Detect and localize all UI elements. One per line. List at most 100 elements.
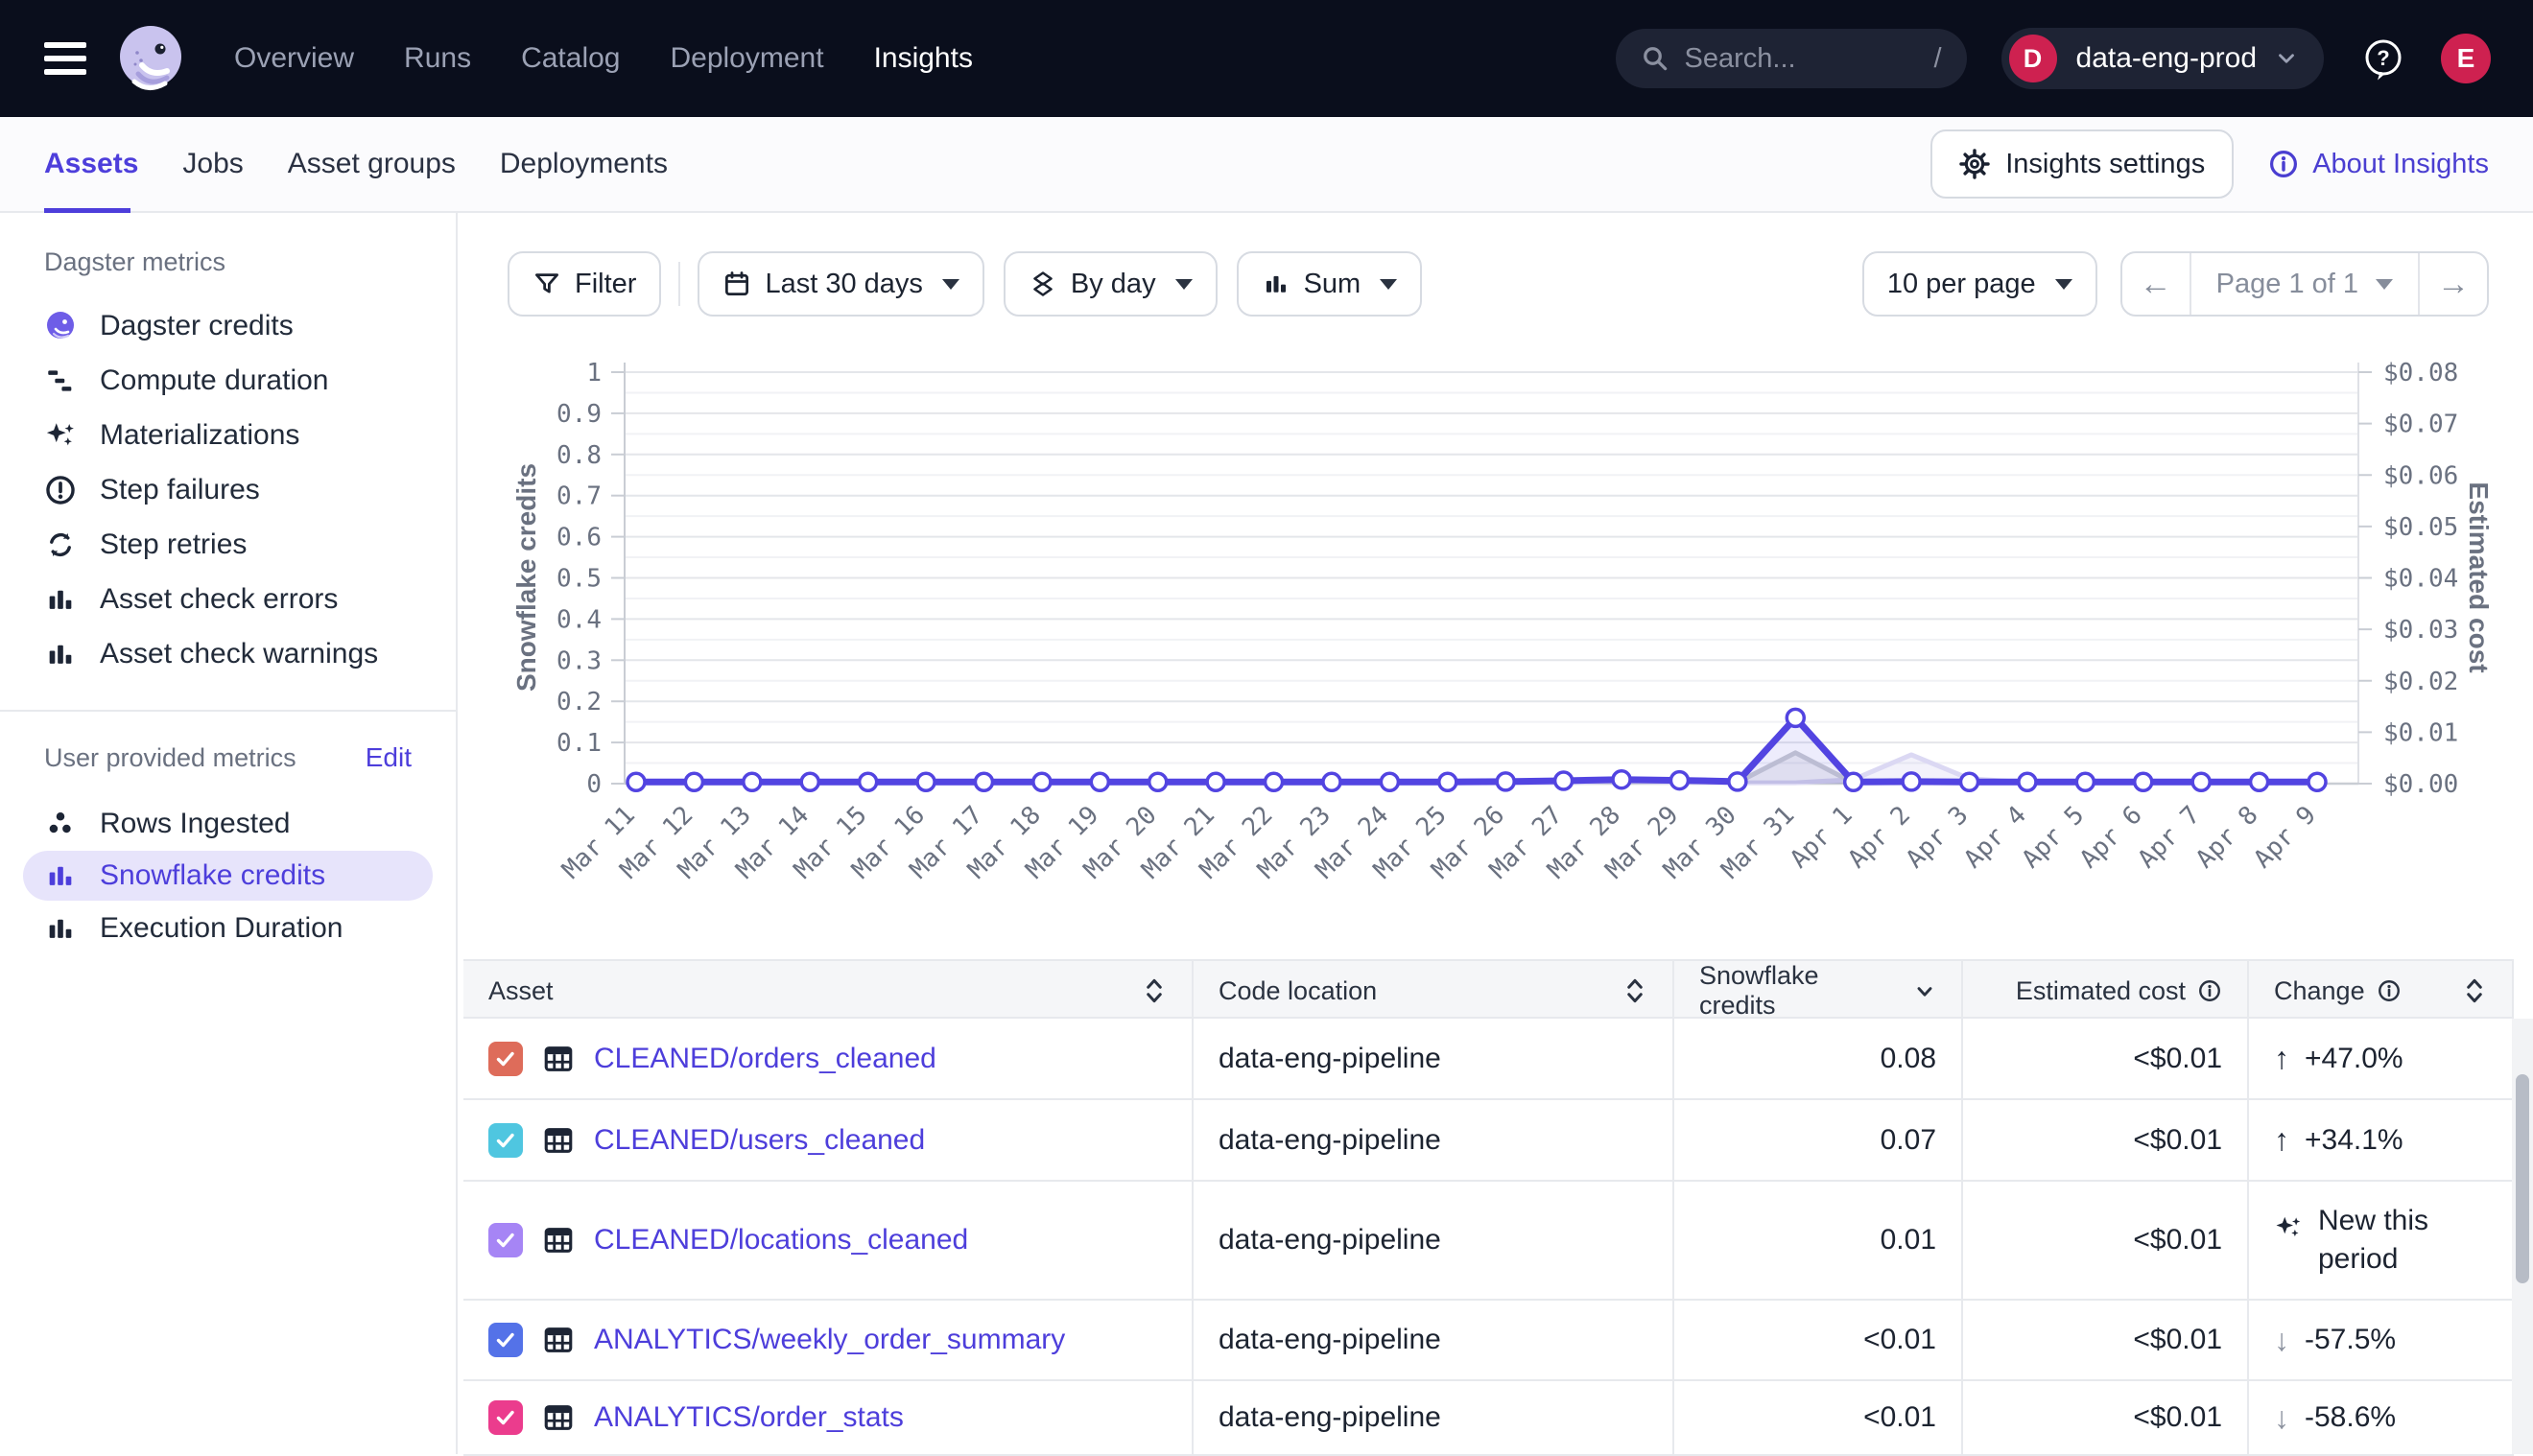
svg-text:Apr 5: Apr 5 [2017, 801, 2091, 875]
page-status-dropdown[interactable]: Page 1 of 1 [2190, 253, 2420, 315]
granularity-dropdown[interactable]: By day [1004, 251, 1218, 317]
insights-settings-button[interactable]: Insights settings [1930, 129, 2234, 199]
nav-runs[interactable]: Runs [404, 42, 471, 75]
code-location-cell: data-eng-pipeline [1194, 1019, 1674, 1098]
tab-deployments[interactable]: Deployments [500, 148, 668, 180]
sidebar-item-label: Execution Duration [100, 912, 343, 945]
toolbar-divider [678, 262, 680, 306]
insights-settings-label: Insights settings [2005, 149, 2205, 180]
sidebar-item-asset-check-warnings[interactable]: Asset check warnings [0, 626, 456, 681]
series-checkbox[interactable] [488, 1223, 523, 1257]
tab-assets[interactable]: Assets [44, 148, 138, 180]
about-insights-link[interactable]: About Insights [2268, 149, 2489, 180]
bar-chart-icon [44, 583, 77, 616]
svg-text:Apr 6: Apr 6 [2074, 801, 2148, 875]
sidebar-item-step-retries[interactable]: Step retries [0, 517, 456, 572]
table-grid-icon [542, 1043, 575, 1075]
svg-text:$0.03: $0.03 [2383, 616, 2458, 645]
y-axis-right-title: Estimated cost [2463, 481, 2494, 672]
svg-text:Apr 9: Apr 9 [2248, 801, 2322, 875]
prev-page-button[interactable]: ← [2122, 253, 2190, 315]
aggregation-dropdown[interactable]: Sum [1237, 251, 1423, 317]
sort-desc-icon[interactable] [1913, 979, 1936, 1002]
tab-jobs[interactable]: Jobs [182, 148, 243, 180]
next-page-button[interactable]: → [2420, 253, 2487, 315]
asset-link[interactable]: ANALYTICS/weekly_order_summary [594, 1324, 1065, 1356]
search-icon [1641, 44, 1669, 73]
sort-icon[interactable] [1622, 976, 1647, 1005]
svg-text:Apr 1: Apr 1 [1785, 801, 1858, 875]
asset-link[interactable]: CLEANED/locations_cleaned [594, 1224, 968, 1256]
code-location-cell: data-eng-pipeline [1194, 1100, 1674, 1180]
alert-circle-icon [44, 474, 77, 506]
per-page-dropdown[interactable]: 10 per page [1862, 251, 2097, 317]
hamburger-menu-icon[interactable] [44, 42, 86, 75]
asset-link[interactable]: CLEANED/orders_cleaned [594, 1043, 936, 1075]
code-location-cell: data-eng-pipeline [1194, 1381, 1674, 1454]
snowflake-credits-cell: 0.08 [1674, 1019, 1963, 1098]
table-row: CLEANED/locations_cleaned data-eng-pipel… [463, 1182, 2514, 1301]
nav-deployment[interactable]: Deployment [670, 42, 823, 75]
code-location-cell: data-eng-pipeline [1194, 1301, 1674, 1379]
sort-icon[interactable] [1142, 976, 1167, 1005]
asset-cell: CLEANED/users_cleaned [463, 1100, 1194, 1180]
series-checkbox[interactable] [488, 1323, 523, 1357]
metrics-sidebar: Dagster metrics Dagster credits Compute … [0, 213, 458, 1454]
asset-link[interactable]: CLEANED/users_cleaned [594, 1124, 925, 1157]
series-checkbox[interactable] [488, 1042, 523, 1076]
asset-link[interactable]: ANALYTICS/order_stats [594, 1401, 904, 1434]
sidebar-item-rows-ingested[interactable]: Rows Ingested [0, 796, 456, 851]
svg-text:$0.01: $0.01 [2383, 718, 2458, 747]
user-avatar[interactable]: E [2441, 34, 2491, 83]
column-header-snowflake-credits[interactable]: Snowflake credits [1674, 961, 1963, 1021]
filter-button[interactable]: Filter [508, 251, 661, 317]
sparkle-icon [2274, 1213, 2303, 1242]
sidebar-item-step-failures[interactable]: Step failures [0, 462, 456, 517]
gear-icon [1959, 149, 1990, 179]
column-label: Snowflake credits [1699, 961, 1902, 1021]
chevron-down-icon [1175, 279, 1193, 290]
dagster-logo-icon[interactable] [113, 21, 188, 96]
info-icon[interactable] [2197, 978, 2222, 1003]
series-checkbox[interactable] [488, 1400, 523, 1435]
help-icon[interactable]: ? [2360, 35, 2406, 82]
sort-icon[interactable] [2462, 976, 2487, 1005]
svg-text:0.4: 0.4 [556, 605, 602, 634]
column-header-change[interactable]: Change [2249, 961, 2514, 1021]
change-cell: ↓-58.6% [2249, 1381, 2514, 1454]
sidebar-item-execution-duration[interactable]: Execution Duration [0, 901, 456, 955]
svg-text:$0.00: $0.00 [2383, 770, 2458, 799]
table-grid-icon [542, 1401, 575, 1434]
user-metrics-section-label: User provided metrics [44, 743, 296, 773]
column-header-code-location[interactable]: Code location [1194, 961, 1674, 1021]
aggregation-label: Sum [1304, 269, 1361, 300]
column-header-estimated-cost[interactable]: Estimated cost [1963, 961, 2249, 1021]
svg-text:$0.02: $0.02 [2383, 668, 2458, 696]
table-scrollbar[interactable] [2512, 1019, 2533, 1454]
sidebar-item-materializations[interactable]: Materializations [0, 408, 456, 462]
nav-insights[interactable]: Insights [874, 42, 973, 75]
info-icon[interactable] [2377, 978, 2402, 1003]
sidebar-item-asset-check-errors[interactable]: Asset check errors [0, 572, 456, 626]
column-header-asset[interactable]: Asset [463, 961, 1194, 1021]
change-label: -58.6% [2305, 1401, 2396, 1434]
chevron-down-icon [1380, 279, 1397, 290]
svg-text:$0.06: $0.06 [2383, 461, 2458, 490]
deployment-switcher[interactable]: D data-eng-prod [2001, 28, 2324, 89]
series-checkbox[interactable] [488, 1123, 523, 1158]
svg-text:$0.04: $0.04 [2383, 565, 2458, 594]
search-input[interactable]: Search... / [1616, 29, 1967, 88]
sidebar-item-dagster-credits[interactable]: Dagster credits [0, 298, 456, 353]
sidebar-item-label: Step retries [100, 528, 247, 561]
line-chart-canvas[interactable]: 00.10.20.30.40.50.60.70.80.91$0.00$0.01$… [460, 336, 2533, 950]
sidebar-item-snowflake-credits[interactable]: Snowflake credits [23, 851, 433, 901]
edit-user-metrics-link[interactable]: Edit [366, 742, 412, 773]
date-range-dropdown[interactable]: Last 30 days [698, 251, 983, 317]
nav-catalog[interactable]: Catalog [521, 42, 620, 75]
tab-asset-groups[interactable]: Asset groups [288, 148, 456, 180]
scrollbar-thumb[interactable] [2516, 1074, 2529, 1283]
compute-duration-icon [44, 364, 77, 397]
svg-text:0.6: 0.6 [556, 524, 602, 552]
sidebar-item-compute-duration[interactable]: Compute duration [0, 353, 456, 408]
nav-overview[interactable]: Overview [234, 42, 354, 75]
